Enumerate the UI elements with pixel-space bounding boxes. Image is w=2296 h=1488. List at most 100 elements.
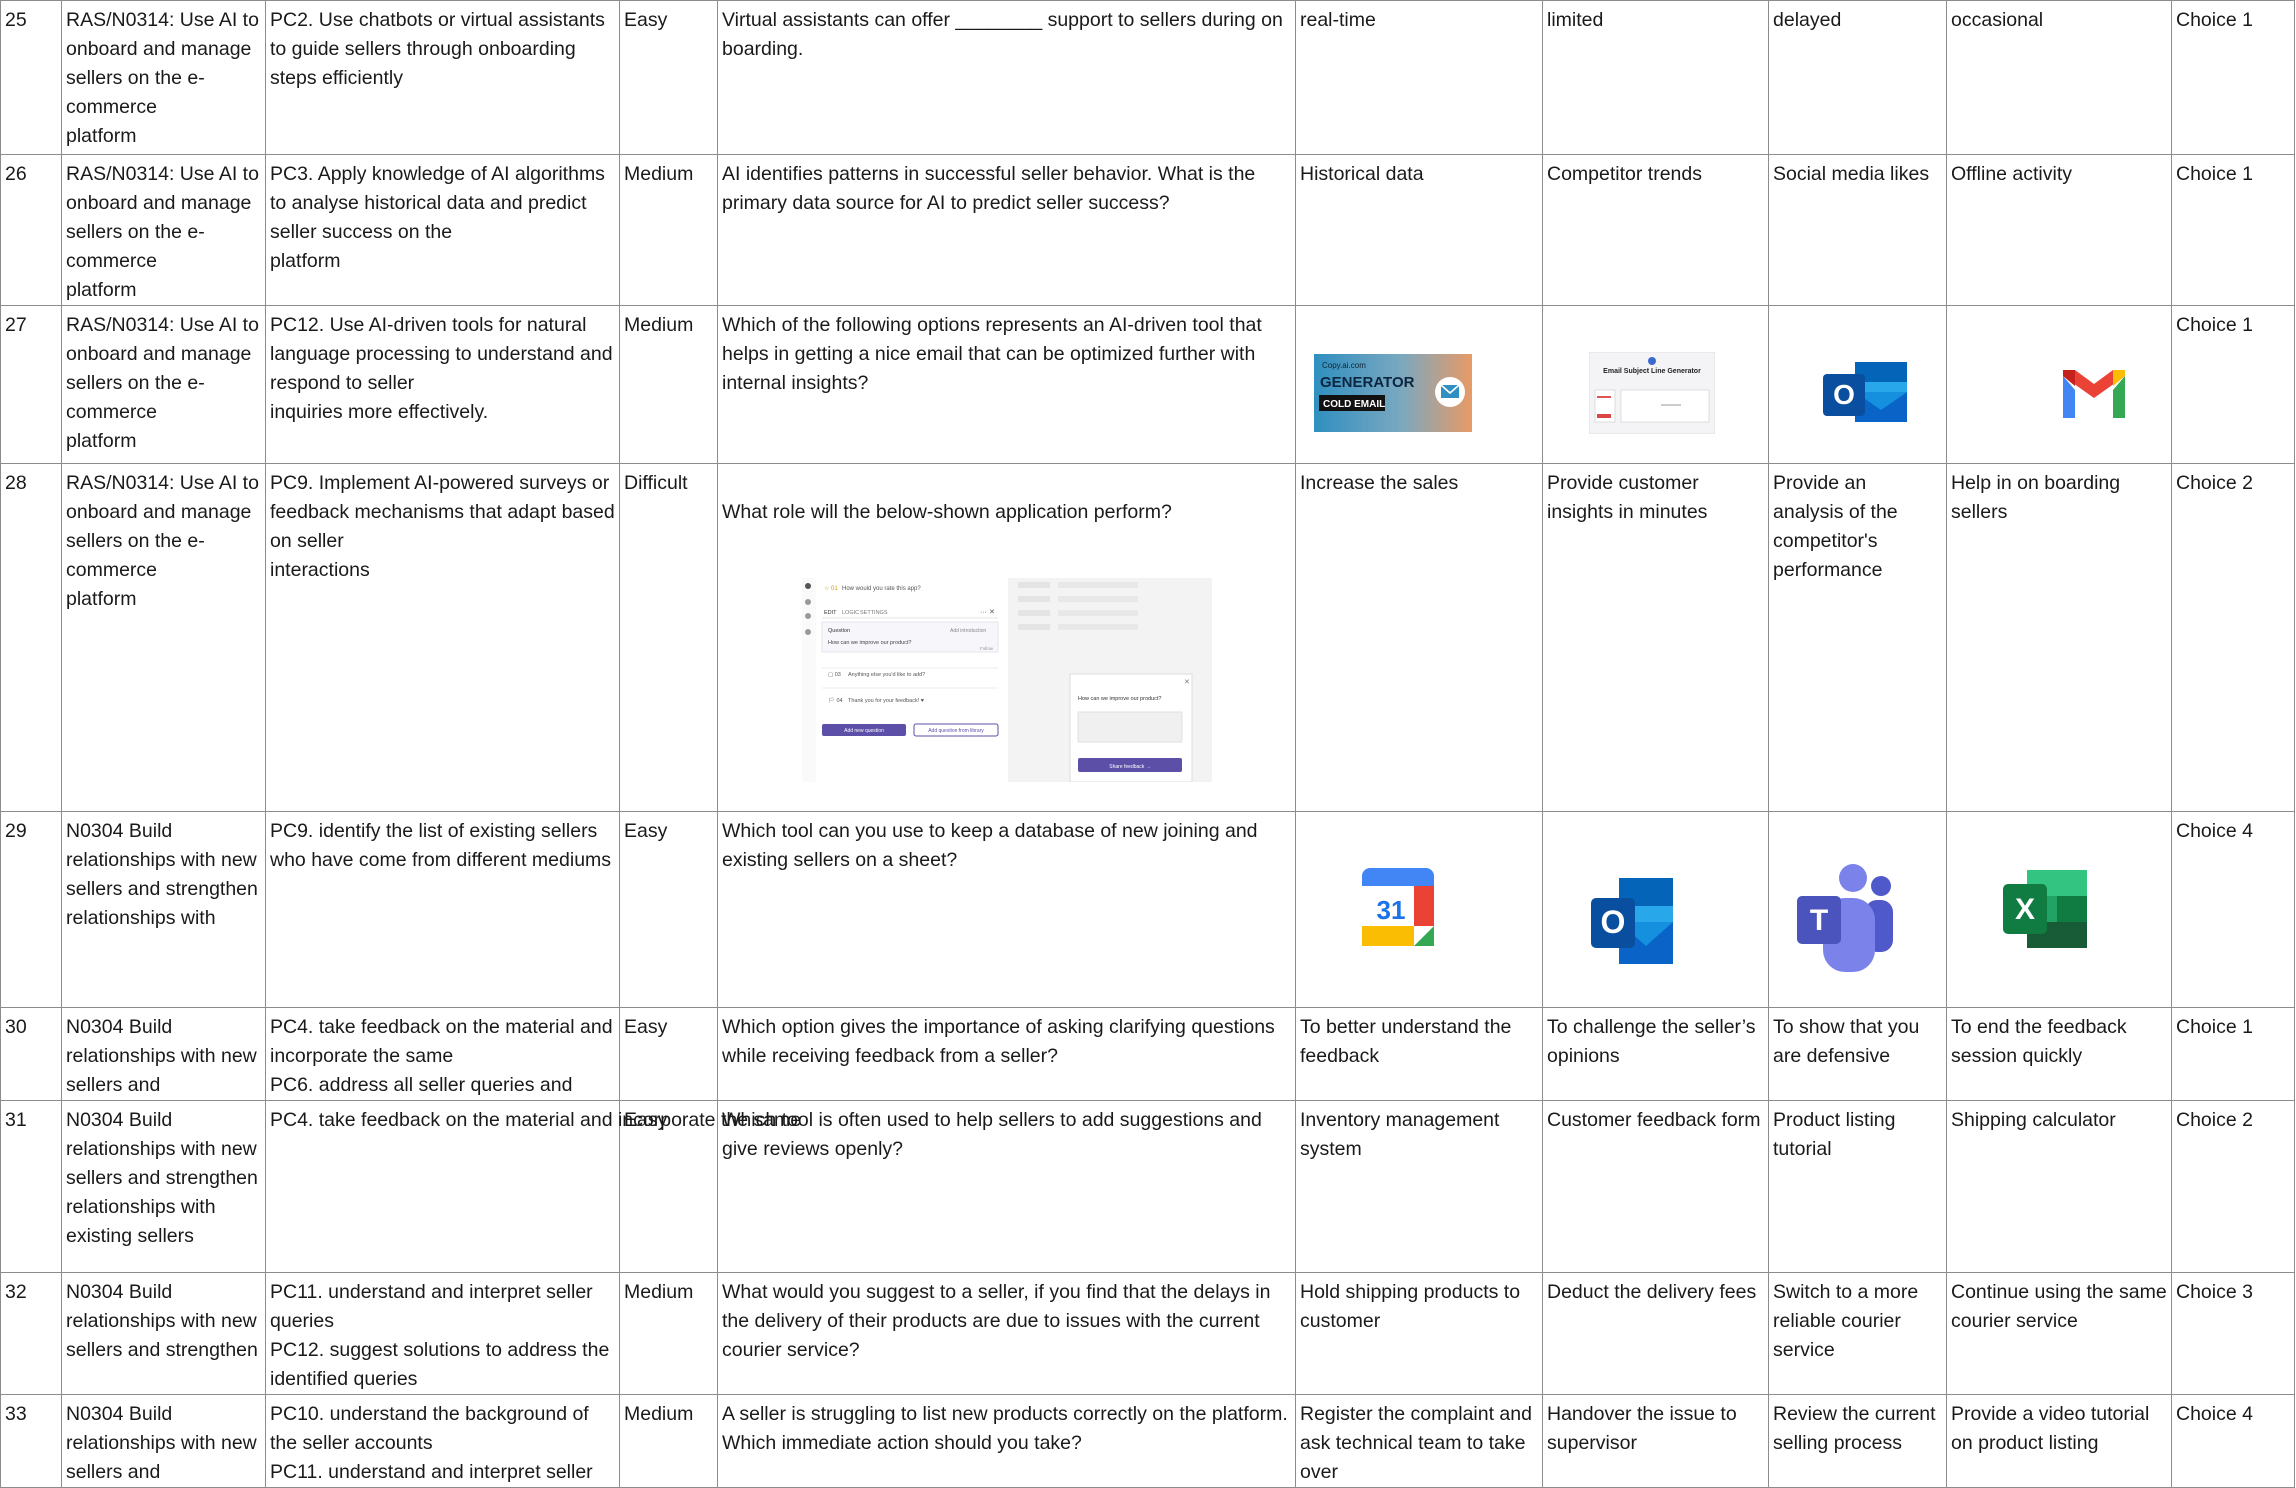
- option-1-cell[interactable]: Hold shipping products to customer: [1295, 1272, 1543, 1395]
- option-1-cell[interactable]: 31: [1295, 811, 1543, 1008]
- table-row: 32 N0304 Build relationships with new se…: [0, 1272, 2295, 1395]
- option-3-cell[interactable]: Review the current selling process: [1768, 1394, 1947, 1488]
- question-cell[interactable]: AI identifies patterns in successful sel…: [717, 154, 1296, 306]
- option-3-cell[interactable]: Switch to a more reliable courier servic…: [1768, 1272, 1947, 1395]
- row-number[interactable]: 28: [0, 463, 62, 812]
- answer-cell[interactable]: Choice 4: [2171, 1394, 2295, 1488]
- pc-cell[interactable]: PC9. Implement AI-powered surveys or fee…: [265, 463, 620, 812]
- nos-cell[interactable]: N0304 Build relationships with new selle…: [61, 1100, 266, 1273]
- svg-text:EDIT: EDIT: [824, 610, 837, 616]
- difficulty-cell[interactable]: Medium: [619, 1394, 718, 1488]
- option-3-cell[interactable]: Social media likes: [1768, 154, 1947, 306]
- row-number[interactable]: 33: [0, 1394, 62, 1488]
- question-cell[interactable]: What role will the below-shown applicati…: [717, 463, 1296, 812]
- option-4-cell[interactable]: To end the feedback session quickly: [1946, 1007, 2172, 1101]
- question-cell[interactable]: Which tool is often used to help sellers…: [717, 1100, 1296, 1273]
- option-1-cell[interactable]: Copy.ai.com GENERATOR COLD EMAIL: [1295, 305, 1543, 464]
- pc-cell[interactable]: PC11. understand and interpret seller qu…: [265, 1272, 620, 1395]
- pc-cell[interactable]: PC10. understand the background of the s…: [265, 1394, 620, 1488]
- row-number[interactable]: 26: [0, 154, 62, 306]
- option-3-cell[interactable]: To show that you are defensive: [1768, 1007, 1947, 1101]
- question-cell[interactable]: Virtual assistants can offer ________ su…: [717, 0, 1296, 155]
- answer-cell[interactable]: Choice 1: [2171, 1007, 2295, 1101]
- row-number[interactable]: 31: [0, 1100, 62, 1273]
- difficulty-cell[interactable]: Medium: [619, 305, 718, 464]
- pc-cell[interactable]: PC9. identify the list of existing selle…: [265, 811, 620, 1008]
- option-3-cell[interactable]: Product listing tutorial: [1768, 1100, 1947, 1273]
- nos-cell[interactable]: N0304 Build relationships with new selle…: [61, 1272, 266, 1395]
- nos-cell[interactable]: RAS/N0314: Use AI to onboard and manage …: [61, 463, 266, 812]
- nos-cell[interactable]: N0304 Build relationships with new selle…: [61, 1007, 266, 1101]
- answer-cell[interactable]: Choice 2: [2171, 1100, 2295, 1273]
- svg-text:▢ 03: ▢ 03: [828, 672, 841, 678]
- option-4-cell[interactable]: Continue using the same courier service: [1946, 1272, 2172, 1395]
- pc-cell[interactable]: PC2. Use chatbots or virtual assistants …: [265, 0, 620, 155]
- option-2-cell[interactable]: Email Subject Line Generator: [1542, 305, 1769, 464]
- option-1-cell[interactable]: Historical data: [1295, 154, 1543, 306]
- option-1-cell[interactable]: Increase the sales: [1295, 463, 1543, 812]
- option-4-cell[interactable]: Offline activity: [1946, 154, 2172, 306]
- pc-cell[interactable]: PC4. take feedback on the material and i…: [265, 1007, 620, 1101]
- nos-cell[interactable]: RAS/N0314: Use AI to onboard and manage …: [61, 305, 266, 464]
- difficulty-cell[interactable]: Medium: [619, 1272, 718, 1395]
- option-1-cell[interactable]: Register the complaint and ask technical…: [1295, 1394, 1543, 1488]
- pc-cell[interactable]: PC4. take feedback on the material and i…: [265, 1100, 801, 1273]
- difficulty-cell[interactable]: Medium: [619, 154, 718, 306]
- row-number[interactable]: 32: [0, 1272, 62, 1395]
- question-cell[interactable]: What would you suggest to a seller, if y…: [717, 1272, 1296, 1395]
- option-2-cell[interactable]: limited: [1542, 0, 1769, 155]
- option-2-cell[interactable]: O: [1542, 811, 1769, 1008]
- option-2-cell[interactable]: To challenge the seller’s opinions: [1542, 1007, 1769, 1101]
- option-4-cell[interactable]: Shipping calculator: [1946, 1100, 2172, 1273]
- option-2-cell[interactable]: Provide customer insights in minutes: [1542, 463, 1769, 812]
- difficulty-cell[interactable]: Easy: [619, 1007, 718, 1101]
- option-2-cell[interactable]: Handover the issue to supervisor: [1542, 1394, 1769, 1488]
- svg-text:🏳 04: 🏳 04: [828, 697, 843, 704]
- answer-cell[interactable]: Choice 1: [2171, 0, 2295, 155]
- row-number[interactable]: 29: [0, 811, 62, 1008]
- pc-cell[interactable]: PC12. Use AI-driven tools for natural la…: [265, 305, 620, 464]
- answer-cell[interactable]: Choice 1: [2171, 305, 2295, 464]
- pc-cell[interactable]: PC3. Apply knowledge of AI algorithms to…: [265, 154, 620, 306]
- option-4-cell[interactable]: X: [1946, 811, 2172, 1008]
- option-1-cell[interactable]: real-time: [1295, 0, 1543, 155]
- difficulty-cell[interactable]: Difficult: [619, 463, 718, 812]
- nos-cell[interactable]: N0304 Build relationships with new selle…: [61, 1394, 266, 1488]
- nos-cell[interactable]: RAS/N0314: Use AI to onboard and manage …: [61, 0, 266, 155]
- option-1-cell[interactable]: Inventory management system: [1295, 1100, 1543, 1273]
- option-2-cell[interactable]: Deduct the delivery fees: [1542, 1272, 1769, 1395]
- option-2-cell[interactable]: Competitor trends: [1542, 154, 1769, 306]
- table-row: 28 RAS/N0314: Use AI to onboard and mana…: [0, 463, 2295, 812]
- nos-cell[interactable]: N0304 Build relationships with new selle…: [61, 811, 266, 1008]
- option-4-cell[interactable]: Help in on boarding sellers: [1946, 463, 2172, 812]
- question-cell[interactable]: Which option gives the importance of ask…: [717, 1007, 1296, 1101]
- option-4-cell[interactable]: Provide a video tutorial on product list…: [1946, 1394, 2172, 1488]
- row-number[interactable]: 30: [0, 1007, 62, 1101]
- google-calendar-icon: 31: [1362, 868, 1434, 946]
- option-4-cell[interactable]: [1946, 305, 2172, 464]
- option-3-cell[interactable]: Provide an analysis of the competitor's …: [1768, 463, 1947, 812]
- difficulty-cell[interactable]: Easy: [619, 811, 718, 1008]
- option-3-cell[interactable]: O: [1768, 305, 1947, 464]
- option-1-cell[interactable]: To better understand the feedback: [1295, 1007, 1543, 1101]
- svg-text:X: X: [2015, 893, 2035, 926]
- option-2-cell[interactable]: Customer feedback form: [1542, 1100, 1769, 1273]
- option-3-cell[interactable]: delayed: [1768, 0, 1947, 155]
- outlook-icon: O: [1823, 362, 1907, 422]
- difficulty-cell[interactable]: Easy: [619, 0, 718, 155]
- question-cell[interactable]: A seller is struggling to list new produ…: [717, 1394, 1296, 1488]
- row-number[interactable]: 25: [0, 0, 62, 155]
- row-number[interactable]: 27: [0, 305, 62, 464]
- option-4-cell[interactable]: occasional: [1946, 0, 2172, 155]
- question-cell[interactable]: Which of the following options represent…: [717, 305, 1296, 464]
- answer-cell[interactable]: Choice 4: [2171, 811, 2295, 1008]
- svg-text:How can we improve our product: How can we improve our product?: [1078, 696, 1161, 702]
- answer-cell[interactable]: Choice 2: [2171, 463, 2295, 812]
- nos-cell[interactable]: RAS/N0314: Use AI to onboard and manage …: [61, 154, 266, 306]
- question-cell[interactable]: Which tool can you use to keep a databas…: [717, 811, 1296, 1008]
- svg-text:COLD EMAIL: COLD EMAIL: [1323, 399, 1385, 410]
- answer-cell[interactable]: Choice 3: [2171, 1272, 2295, 1395]
- svg-text:GENERATOR: GENERATOR: [1320, 374, 1415, 391]
- option-3-cell[interactable]: T: [1768, 811, 1947, 1008]
- answer-cell[interactable]: Choice 1: [2171, 154, 2295, 306]
